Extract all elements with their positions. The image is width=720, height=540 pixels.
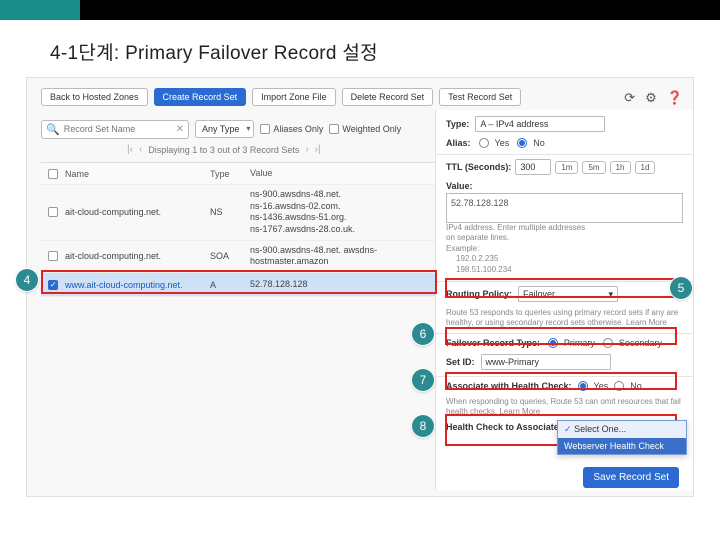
back-to-zones-button[interactable]: Back to Hosted Zones xyxy=(41,88,148,106)
type-filter-select[interactable]: Any Type xyxy=(195,120,254,138)
hc-yes-radio[interactable] xyxy=(578,381,588,391)
cell-name: ait-cloud-computing.net. xyxy=(65,251,210,261)
failover-secondary-radio[interactable] xyxy=(603,338,613,348)
toolbar: Back to Hosted Zones Create Record Set I… xyxy=(27,84,693,110)
col-type[interactable]: Type xyxy=(210,169,250,179)
alias-yes-text: Yes xyxy=(495,138,510,148)
next-page-icon[interactable]: › xyxy=(305,144,308,155)
row-checkbox-checked[interactable] xyxy=(48,280,58,290)
cell-value: ns-900.awsdns-48.net. ns-16.awsdns-02.co… xyxy=(250,189,441,236)
type-label: Type: xyxy=(446,119,469,129)
save-record-set-button[interactable]: Save Record Set xyxy=(583,467,679,488)
ttl-5m-button[interactable]: 5m xyxy=(582,161,605,174)
first-page-icon[interactable]: |‹ xyxy=(127,144,133,155)
slide-title: 4-1단계: Primary Failover Record 설정 xyxy=(0,20,720,77)
import-zone-file-button[interactable]: Import Zone File xyxy=(252,88,336,106)
record-search-input[interactable]: 🔍 ✕ xyxy=(41,120,189,139)
col-value[interactable]: Value xyxy=(250,168,441,180)
aliases-only-label: Aliases Only xyxy=(273,124,323,134)
ttl-1d-button[interactable]: 1d xyxy=(635,161,656,174)
clear-search-icon[interactable]: ✕ xyxy=(176,124,184,135)
prev-page-icon[interactable]: ‹ xyxy=(139,144,142,155)
ttl-1m-button[interactable]: 1m xyxy=(555,161,578,174)
ttl-1h-button[interactable]: 1h xyxy=(610,161,631,174)
table-row[interactable]: ait-cloud-computing.net. SOA ns-900.awsd… xyxy=(41,241,441,273)
ttl-label: TTL (Seconds): xyxy=(446,162,511,172)
gear-icon[interactable]: ⚙ xyxy=(645,90,657,106)
failover-primary-radio[interactable] xyxy=(548,338,558,348)
step-marker-5: 5 xyxy=(670,277,692,299)
hc-to-assoc-dropdown[interactable]: ✓ Select One... Webserver Health Check xyxy=(557,420,687,455)
step-marker-8: 8 xyxy=(412,415,434,437)
step-marker-7: 7 xyxy=(412,369,434,391)
detail-panel: Type: A – IPv4 address Alias: Yes No TTL… xyxy=(435,110,693,490)
alias-no-radio[interactable] xyxy=(517,138,527,148)
screenshot-panel: Back to Hosted Zones Create Record Set I… xyxy=(26,77,694,497)
hc-assoc-label: Associate with Health Check: xyxy=(446,381,572,391)
step-marker-6: 6 xyxy=(412,323,434,345)
value-label: Value: xyxy=(446,181,683,191)
help-icon[interactable]: ❓ xyxy=(667,90,683,106)
cell-type: A xyxy=(210,280,250,290)
cell-type: SOA xyxy=(210,251,250,261)
test-record-set-button[interactable]: Test Record Set xyxy=(439,88,521,106)
hc-option-select-one[interactable]: ✓ Select One... xyxy=(558,421,686,438)
hc-no-radio[interactable] xyxy=(614,381,624,391)
set-id-input[interactable]: www-Primary xyxy=(481,354,611,370)
ipv4-hint: IPv4 address. Enter multiple addresses o… xyxy=(446,223,683,275)
value-textarea[interactable]: 52.78.128.128 xyxy=(446,193,683,223)
create-record-set-button[interactable]: Create Record Set xyxy=(154,88,247,106)
row-checkbox[interactable] xyxy=(48,207,58,217)
ttl-input[interactable]: 300 xyxy=(515,159,551,175)
alias-no-text: No xyxy=(533,138,545,148)
alias-yes-radio[interactable] xyxy=(479,138,489,148)
row-checkbox[interactable] xyxy=(48,251,58,261)
filter-bar: 🔍 ✕ Any Type Aliases Only Weighted Only xyxy=(41,116,401,142)
routing-policy-label: Routing Policy: xyxy=(446,289,512,299)
hc-to-assoc-label: Health Check to Associate: xyxy=(446,422,562,432)
refresh-icon[interactable]: ⟳ xyxy=(624,90,635,106)
cell-value: 52.78.128.128 xyxy=(250,279,441,291)
pager-text: Displaying 1 to 3 out of 3 Record Sets xyxy=(148,145,299,155)
routing-policy-select[interactable]: Failover▾ xyxy=(518,286,618,302)
table-row-selected[interactable]: www.ait-cloud-computing.net. A 52.78.128… xyxy=(41,273,441,297)
cell-name: www.ait-cloud-computing.net. xyxy=(65,280,210,290)
weighted-only-checkbox[interactable] xyxy=(329,124,339,134)
failover-type-label: Failover Record Type: xyxy=(446,338,540,348)
select-all-checkbox[interactable] xyxy=(48,169,58,179)
routing-policy-hint: Route 53 responds to queries using prima… xyxy=(446,308,683,329)
last-page-icon[interactable]: ›| xyxy=(315,144,321,155)
record-set-table: Name Type Value ait-cloud-computing.net.… xyxy=(41,162,441,297)
alias-label: Alias: xyxy=(446,138,471,148)
hc-hint: When responding to queries, Route 53 can… xyxy=(446,397,683,418)
weighted-only-label: Weighted Only xyxy=(342,124,401,134)
pager: |‹ ‹ Displaying 1 to 3 out of 3 Record S… xyxy=(127,144,321,155)
aliases-only-checkbox[interactable] xyxy=(260,124,270,134)
cell-value: ns-900.awsdns-48.net. awsdns-hostmaster.… xyxy=(250,245,441,268)
set-id-label: Set ID: xyxy=(446,357,475,367)
delete-record-set-button[interactable]: Delete Record Set xyxy=(342,88,434,106)
hc-option-webserver[interactable]: Webserver Health Check xyxy=(558,438,686,454)
step-marker-4: 4 xyxy=(16,269,38,291)
search-field[interactable] xyxy=(64,124,176,134)
type-select[interactable]: A – IPv4 address xyxy=(475,116,605,132)
table-row[interactable]: ait-cloud-computing.net. NS ns-900.awsdn… xyxy=(41,185,441,241)
cell-name: ait-cloud-computing.net. xyxy=(65,207,210,217)
col-name[interactable]: Name xyxy=(65,169,210,179)
cell-type: NS xyxy=(210,207,250,217)
search-icon: 🔍 xyxy=(46,123,60,136)
